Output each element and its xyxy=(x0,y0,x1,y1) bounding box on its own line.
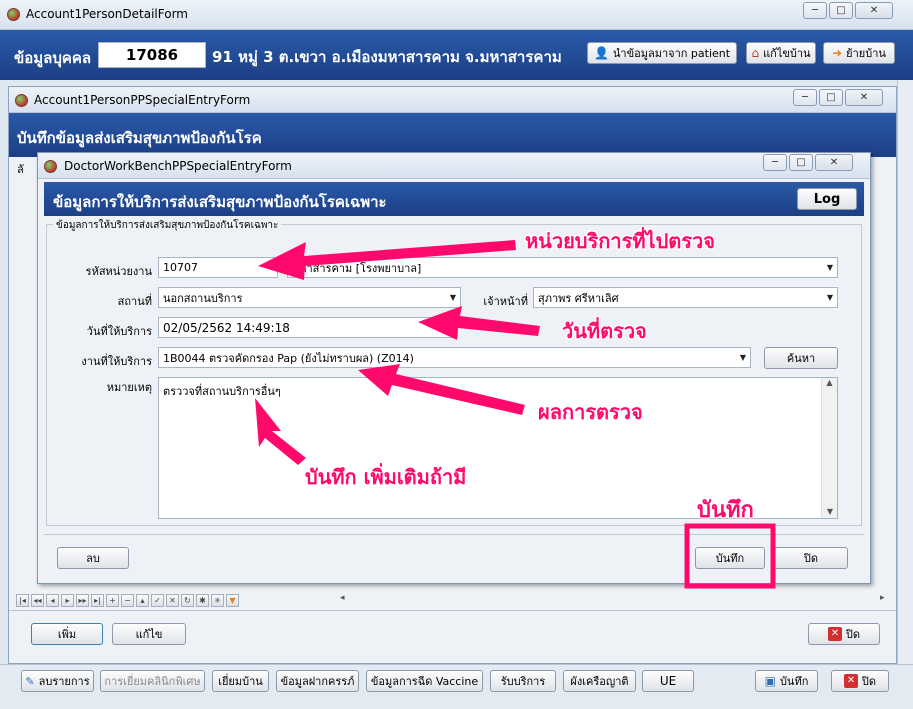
annotation-arrows xyxy=(255,240,776,589)
annotation-date: วันที่ตรวจ xyxy=(562,319,647,343)
annotation-save: บันทึก xyxy=(697,498,754,523)
save-highlight-box xyxy=(684,523,776,589)
annotation-result: ผลการตรวจ xyxy=(538,400,643,424)
annotation-unit: หน่วยบริการที่ไปตรวจ xyxy=(525,229,715,253)
annotation-note: บันทึก เพิ่มเติมถ้ามี xyxy=(305,465,467,489)
arrow-to-unit xyxy=(258,240,516,280)
arrow-to-date xyxy=(418,306,540,340)
arrow-to-note xyxy=(255,398,306,465)
arrow-to-result xyxy=(358,364,525,415)
